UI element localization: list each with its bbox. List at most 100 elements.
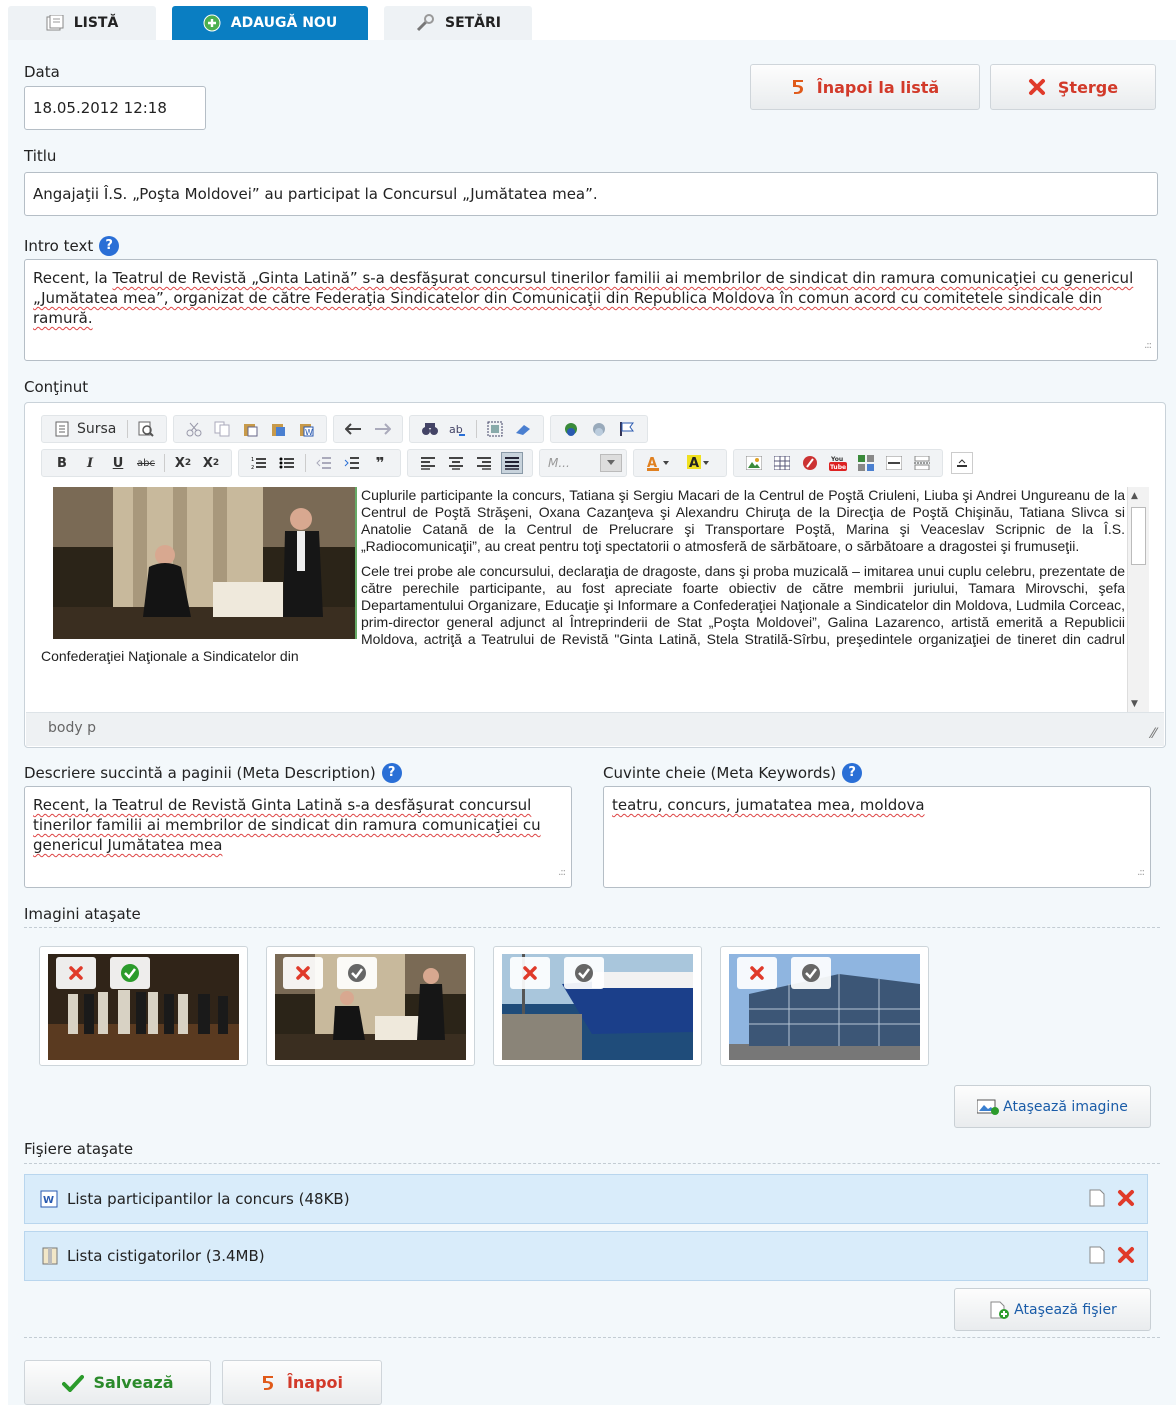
undo-arrow-icon [791, 78, 805, 96]
unlink-icon[interactable] [588, 418, 610, 440]
element-path: body p [48, 720, 96, 736]
file-row[interactable]: Lista cistigatorilor (3.4MB) [24, 1231, 1148, 1281]
attached-image[interactable] [39, 946, 248, 1066]
delete-image-icon[interactable] [56, 957, 96, 989]
svg-text:W: W [305, 428, 313, 437]
align-left-icon[interactable] [417, 452, 439, 474]
page-break-icon[interactable] [911, 452, 933, 474]
tab-setari[interactable]: SETĂRI [384, 6, 532, 40]
title-field[interactable]: Angajaţii Î.S. „Poşta Moldovei” au parti… [24, 172, 1158, 216]
copy-icon[interactable] [211, 418, 233, 440]
date-field[interactable]: 18.05.2012 12:18 [24, 86, 206, 130]
scroll-down-icon[interactable]: ▼ [1131, 699, 1138, 709]
youtube-icon[interactable]: You Tube [827, 452, 849, 474]
find-icon[interactable] [419, 418, 441, 440]
save-button[interactable]: Salvează [24, 1360, 211, 1405]
meta-keywords-textarea[interactable]: teatru, concurs, jumatatea mea, moldova … [603, 786, 1151, 888]
flash-icon[interactable] [799, 452, 821, 474]
archive-icon [39, 1247, 61, 1265]
table-icon[interactable] [771, 452, 793, 474]
svg-text:2: 2 [251, 465, 254, 470]
italic-icon[interactable]: I [79, 452, 101, 474]
text-color-icon[interactable]: A [643, 452, 677, 474]
set-main-image-check-icon[interactable] [337, 957, 377, 989]
back-button[interactable]: Înapoi [222, 1360, 382, 1405]
file-page-icon[interactable] [1089, 1246, 1105, 1264]
align-justify-icon[interactable] [501, 452, 523, 474]
undo-icon[interactable] [343, 418, 365, 440]
tab-adauga-nou[interactable]: ADAUGĂ NOU [172, 6, 368, 40]
paste-icon[interactable] [239, 418, 261, 440]
word-document-icon: W [39, 1190, 61, 1208]
blockquote-icon[interactable]: ❞ [369, 452, 391, 474]
attach-file-button[interactable]: Ataşează fişier [954, 1288, 1151, 1331]
set-main-image-check-icon[interactable] [791, 957, 831, 989]
editor-scrollbar[interactable]: ▲ ▼ [1127, 487, 1149, 713]
resize-handle-icon[interactable]: ⁄⁄ [1151, 726, 1156, 742]
resize-grip-icon[interactable]: .:: [1137, 863, 1145, 883]
attach-image-button[interactable]: Ataşează imagine [954, 1085, 1151, 1128]
select-all-icon[interactable] [484, 418, 506, 440]
scroll-up-icon[interactable]: ▲ [1131, 491, 1138, 501]
toolbar-group-align [407, 449, 533, 477]
horizontal-rule-icon[interactable] [883, 452, 905, 474]
tab-adauga-nou-label: ADAUGĂ NOU [230, 15, 338, 31]
toolbar-group-source: Sursa [41, 415, 168, 443]
background-color-icon[interactable]: A [683, 452, 717, 474]
help-icon[interactable]: ? [842, 763, 863, 783]
link-icon[interactable] [560, 418, 582, 440]
meta-description-textarea[interactable]: Recent, la Teatrul de Revistă Ginta Lati… [24, 786, 572, 888]
attached-image[interactable] [266, 946, 475, 1066]
delete-image-icon[interactable] [737, 957, 777, 989]
resize-grip-icon[interactable]: .:: [1144, 336, 1152, 356]
wrench-icon [415, 14, 435, 32]
source-button[interactable]: Sursa [51, 418, 120, 440]
set-main-image-check-icon[interactable] [564, 957, 604, 989]
paste-text-icon[interactable] [267, 418, 289, 440]
bold-icon[interactable]: B [51, 452, 73, 474]
image-icon[interactable] [743, 452, 765, 474]
replace-icon[interactable]: ab [447, 418, 469, 440]
bullet-list-icon[interactable] [276, 452, 298, 474]
attached-image[interactable] [493, 946, 702, 1066]
back-to-list-button[interactable]: Înapoi la listă [750, 64, 980, 110]
delete-image-icon[interactable] [283, 957, 323, 989]
resize-grip-icon[interactable]: .:: [558, 863, 566, 883]
align-center-icon[interactable] [445, 452, 467, 474]
superscript-icon[interactable]: X2 [200, 452, 222, 474]
delete-file-icon[interactable] [1117, 1189, 1135, 1207]
template-icon[interactable] [855, 452, 877, 474]
strikethrough-icon[interactable]: abc [135, 452, 157, 474]
preview-icon[interactable] [135, 418, 157, 440]
delete-image-icon[interactable] [510, 957, 550, 989]
delete-button[interactable]: Şterge [990, 64, 1156, 110]
toolbar-group-find: ab [409, 415, 545, 443]
maximize-icon[interactable] [951, 452, 973, 474]
numbered-list-icon[interactable]: 12 [248, 452, 270, 474]
attach-file-label: Ataşează fişier [1014, 1301, 1117, 1318]
anchor-flag-icon[interactable] [616, 418, 638, 440]
underline-icon[interactable]: U [107, 452, 129, 474]
attached-image[interactable] [720, 946, 929, 1066]
set-main-image-check-icon[interactable] [110, 957, 150, 989]
font-dropdown[interactable]: M... [539, 449, 627, 477]
meta-keywords-label: Cuvinte cheie (Meta Keywords)? [603, 763, 863, 783]
redo-icon[interactable] [371, 418, 393, 440]
cut-icon[interactable] [183, 418, 205, 440]
source-label: Sursa [77, 421, 117, 437]
paste-word-icon[interactable]: W [295, 418, 317, 440]
outdent-icon[interactable] [313, 452, 335, 474]
indent-icon[interactable] [341, 452, 363, 474]
file-page-icon[interactable] [1089, 1189, 1105, 1207]
remove-format-icon[interactable] [512, 418, 534, 440]
help-icon[interactable]: ? [99, 236, 120, 256]
file-row[interactable]: W Lista participantilor la concurs (48KB… [24, 1174, 1148, 1224]
scroll-thumb[interactable] [1131, 507, 1146, 565]
intro-textarea[interactable]: Recent, la Teatrul de Revistă „Ginta Lat… [24, 259, 1158, 361]
editor-content[interactable]: Cuplurile participante la concurs, Tatia… [41, 487, 1125, 713]
subscript-icon[interactable]: X2 [172, 452, 194, 474]
align-right-icon[interactable] [473, 452, 495, 474]
help-icon[interactable]: ? [381, 763, 402, 783]
delete-file-icon[interactable] [1117, 1246, 1135, 1264]
tab-lista[interactable]: LISTĂ [8, 6, 156, 40]
